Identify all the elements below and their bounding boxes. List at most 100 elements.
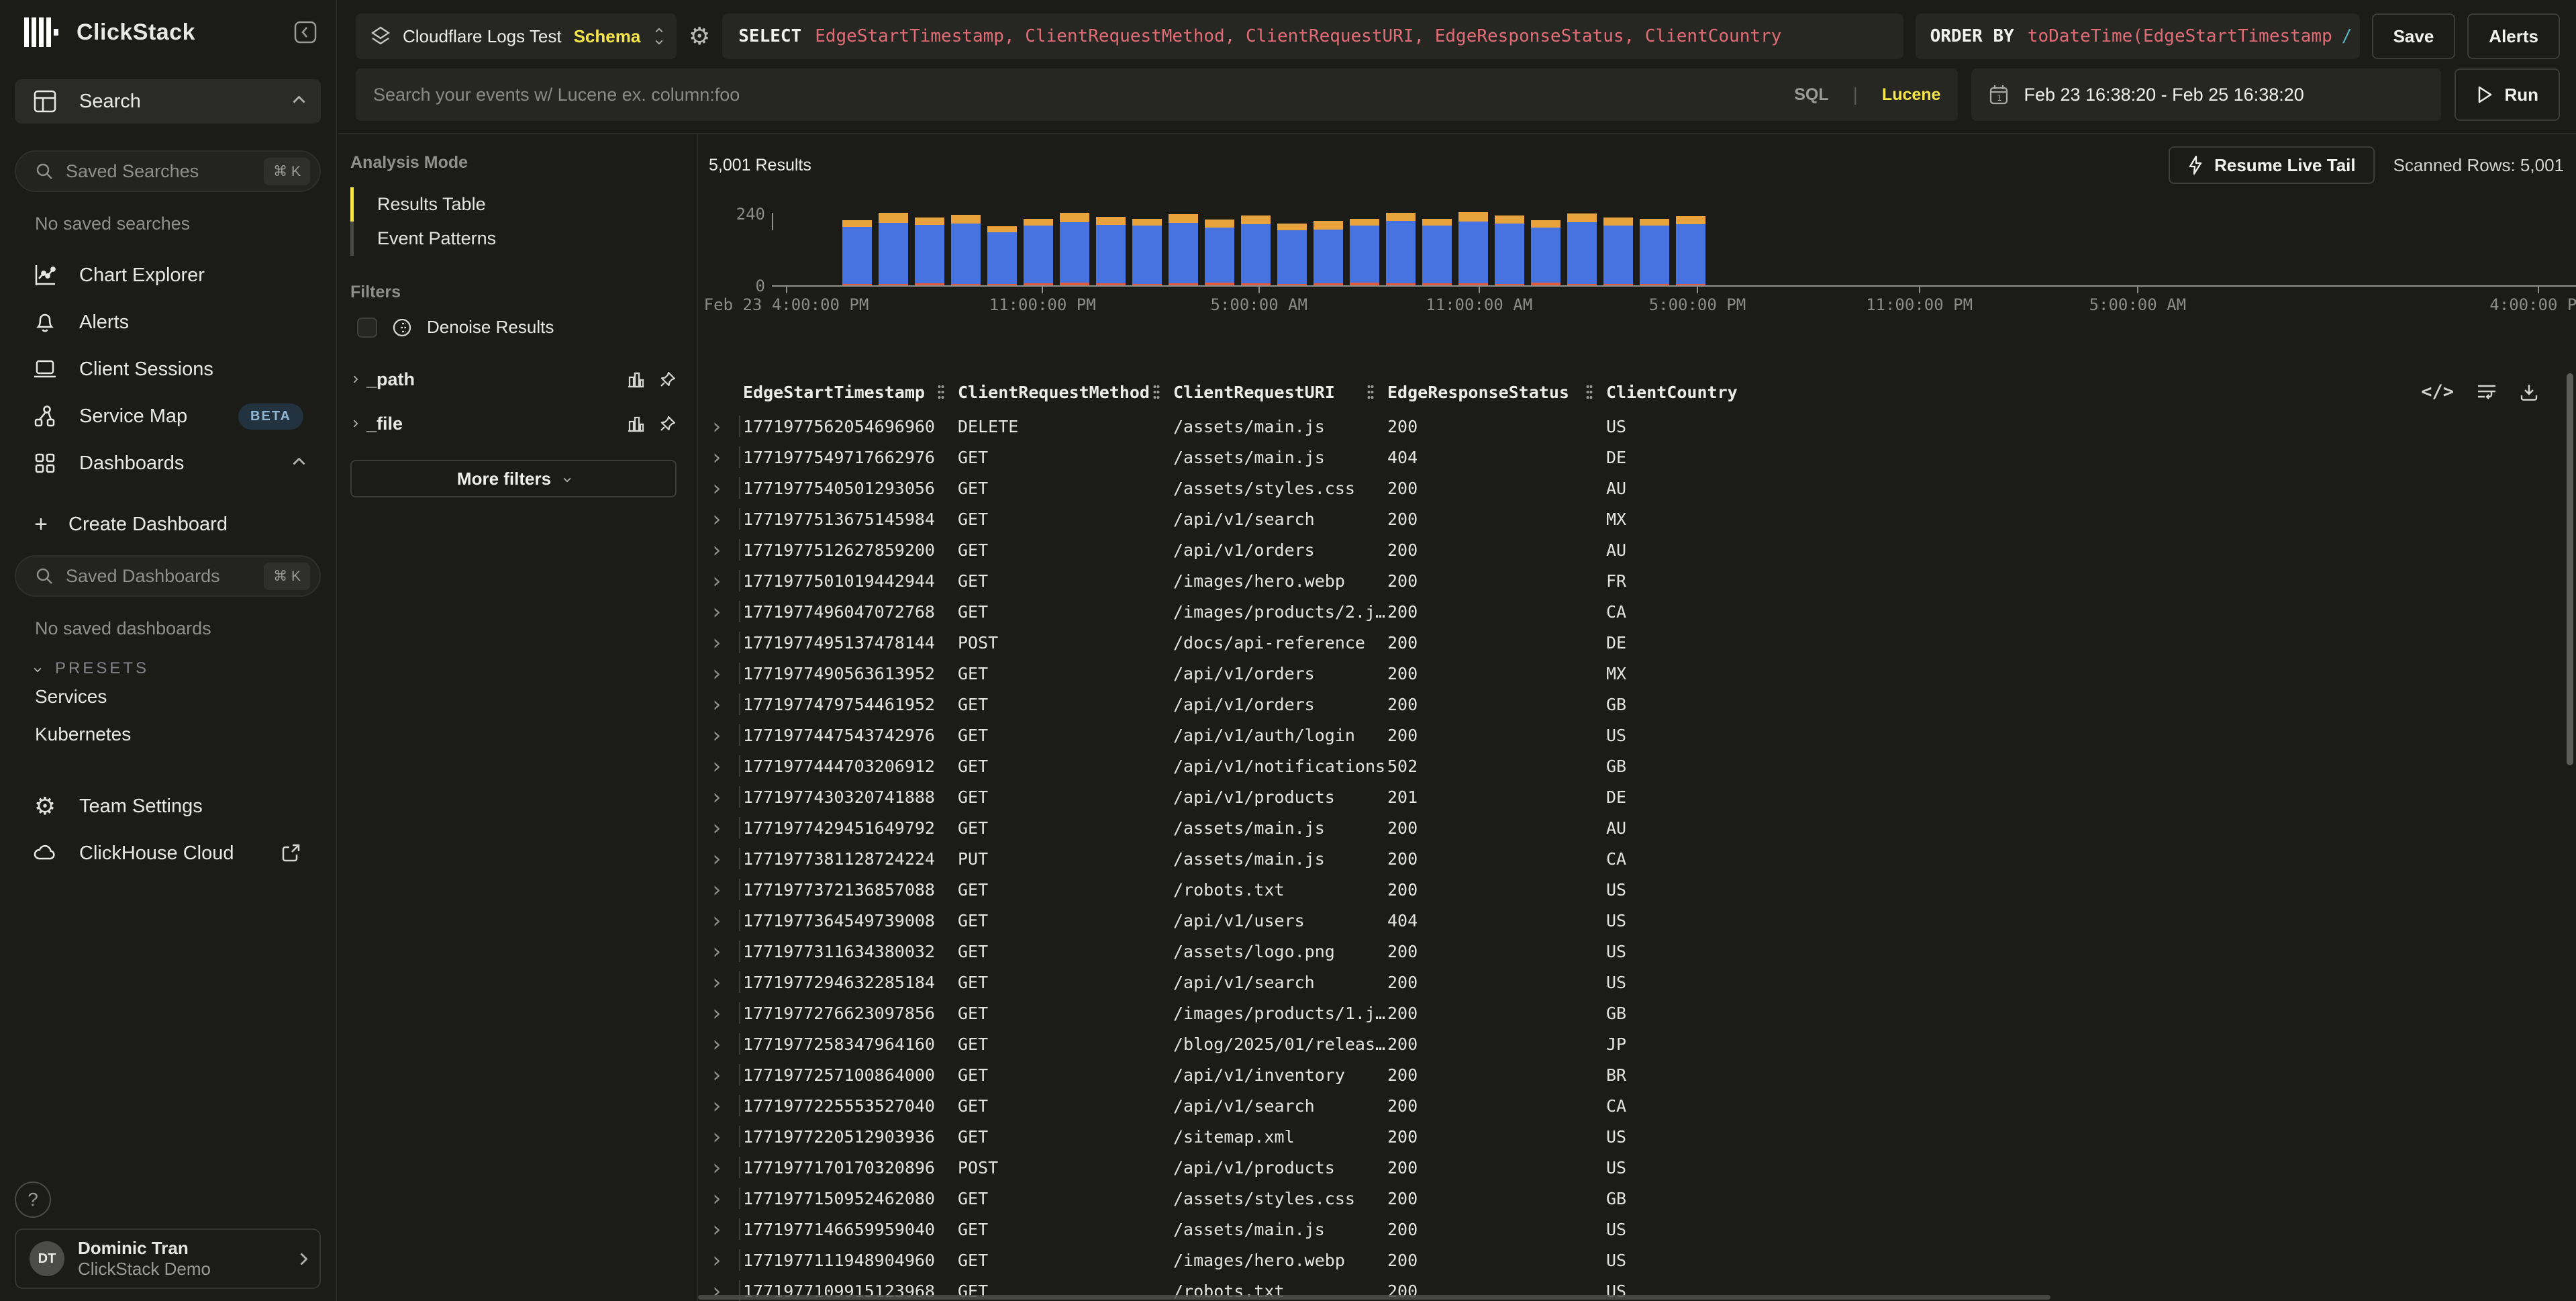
expand-chevron-icon[interactable]: › [709, 1090, 743, 1121]
expand-chevron-icon[interactable]: › [709, 812, 743, 843]
table-row[interactable]: ›1771977258347964160GET/blog/2025/01/rel… [698, 1028, 2564, 1059]
expand-chevron-icon[interactable]: › [709, 442, 743, 473]
histogram-bar[interactable] [1169, 214, 1198, 285]
expand-chevron-icon[interactable]: › [709, 596, 743, 627]
column-drag-handle-icon[interactable] [1367, 384, 1374, 400]
source-selector[interactable]: Cloudflare Logs Test Schema [356, 13, 677, 59]
table-row[interactable]: ›1771977146659959040GET/assets/main.js20… [698, 1214, 2564, 1245]
histogram-bar[interactable] [951, 215, 981, 285]
run-button[interactable]: Run [2455, 68, 2560, 121]
language-toggle-lucene[interactable]: Lucene [1882, 85, 1941, 105]
expand-chevron-icon[interactable]: › [709, 1245, 743, 1275]
results-histogram[interactable]: 240 0 Feb 23 4:00:00 PM11:00:00 PM5:00:0… [698, 201, 2576, 317]
bar-chart-icon[interactable] [627, 415, 644, 432]
sidebar-item-client-sessions[interactable]: Client Sessions [15, 346, 321, 393]
column-header[interactable]: ClientRequestURI [1173, 383, 1387, 402]
date-range-picker[interactable]: 1 Feb 23 16:38:20 - Feb 25 16:38:20 [1971, 68, 2441, 121]
expand-chevron-icon[interactable]: › [709, 473, 743, 503]
histogram-bar[interactable] [1603, 218, 1633, 285]
histogram-bar[interactable] [1531, 220, 1561, 285]
table-row[interactable]: ›1771977444703206912GET/api/v1/notificat… [698, 751, 2564, 781]
histogram-bar[interactable] [1495, 215, 1524, 285]
expand-chevron-icon[interactable]: › [709, 905, 743, 936]
filter-field-path[interactable]: _path [352, 360, 677, 398]
save-button[interactable]: Save [2372, 13, 2456, 59]
table-row[interactable]: ›1771977150952462080GET/assets/styles.cs… [698, 1183, 2564, 1214]
expand-chevron-icon[interactable]: › [709, 1028, 743, 1059]
column-header[interactable]: EdgeResponseStatus [1387, 383, 1606, 402]
table-row[interactable]: ›1771977496047072768GET/images/products/… [698, 596, 2564, 627]
table-row[interactable]: ›1771977430320741888GET/api/v1/products2… [698, 781, 2564, 812]
expand-chevron-icon[interactable]: › [709, 658, 743, 689]
table-row[interactable]: ›1771977512627859200GET/api/v1/orders200… [698, 534, 2564, 565]
sidebar-item-chart-explorer[interactable]: Chart Explorer [15, 252, 321, 299]
table-row[interactable]: ›1771977257100864000GET/api/v1/inventory… [698, 1059, 2564, 1090]
histogram-bar[interactable] [1314, 221, 1343, 285]
pin-icon[interactable] [659, 371, 677, 388]
sidebar-item-search[interactable]: Search [15, 79, 321, 124]
table-row[interactable]: ›1771977276623097856GET/images/products/… [698, 998, 2564, 1028]
help-button[interactable]: ? [15, 1182, 51, 1218]
sidebar-item-team-settings[interactable]: ⚙ Team Settings [15, 783, 321, 830]
histogram-bar[interactable] [1640, 219, 1669, 285]
table-row[interactable]: ›1771977490563613952GET/api/v1/orders200… [698, 658, 2564, 689]
presets-section-toggle[interactable]: PRESETS [35, 659, 321, 678]
saved-searches-input[interactable]: Saved Searches ⌘ K [15, 150, 321, 192]
resume-live-tail-button[interactable]: Resume Live Tail [2169, 146, 2375, 184]
preset-item-services[interactable]: Services [15, 678, 321, 716]
column-drag-handle-icon[interactable] [1153, 384, 1160, 400]
table-row[interactable]: ›1771977447543742976GET/api/v1/auth/logi… [698, 720, 2564, 751]
table-row[interactable]: ›1771977225553527040GET/api/v1/search200… [698, 1090, 2564, 1121]
table-row[interactable]: ›1771977501019442944GET/images/hero.webp… [698, 565, 2564, 596]
chevron-up-icon[interactable] [293, 457, 305, 469]
expand-chevron-icon[interactable]: › [709, 1214, 743, 1245]
histogram-bar[interactable] [987, 226, 1017, 285]
expand-chevron-icon[interactable]: › [709, 720, 743, 751]
sidebar-item-dashboards[interactable]: Dashboards [15, 440, 321, 487]
histogram-bar[interactable] [1567, 213, 1597, 285]
histogram-bar[interactable] [1205, 220, 1234, 285]
column-header[interactable]: ClientRequestMethod [958, 383, 1173, 402]
expand-chevron-icon[interactable]: › [709, 503, 743, 534]
expand-chevron-icon[interactable]: › [709, 843, 743, 874]
histogram-bar[interactable] [842, 220, 872, 285]
histogram-bar[interactable] [1386, 213, 1416, 285]
histogram-bar[interactable] [915, 218, 944, 285]
saved-dashboards-input[interactable]: Saved Dashboards ⌘ K [15, 555, 321, 597]
histogram-bar[interactable] [1241, 215, 1271, 285]
create-dashboard-button[interactable]: + Create Dashboard [15, 504, 321, 544]
table-row[interactable]: ›1771977549717662976GET/assets/main.js40… [698, 442, 2564, 473]
bar-chart-icon[interactable] [627, 371, 644, 388]
horizontal-scrollbar[interactable] [698, 1295, 2050, 1300]
histogram-bar[interactable] [1060, 213, 1089, 285]
column-drag-handle-icon[interactable] [938, 384, 944, 400]
mode-event-patterns[interactable]: Event Patterns [350, 222, 677, 256]
table-row[interactable]: ›1771977364549739008GET/api/v1/users404U… [698, 905, 2564, 936]
sidebar-item-alerts[interactable]: Alerts [15, 299, 321, 346]
expand-chevron-icon[interactable]: › [709, 411, 743, 442]
table-row[interactable]: ›1771977495137478144POST/docs/api-refere… [698, 627, 2564, 658]
sidebar-item-service-map[interactable]: Service Map BETA [15, 393, 321, 440]
table-row[interactable]: ›1771977111948904960GET/images/hero.webp… [698, 1245, 2564, 1275]
more-filters-button[interactable]: More filters [350, 460, 677, 497]
table-row[interactable]: ›1771977220512903936GET/sitemap.xml200US [698, 1121, 2564, 1152]
table-row[interactable]: ›1771977381128724224PUT/assets/main.js20… [698, 843, 2564, 874]
histogram-bar[interactable] [1024, 219, 1053, 285]
vertical-scrollbar[interactable] [2567, 373, 2573, 765]
table-row[interactable]: ›1771977562054696960DELETE/assets/main.j… [698, 411, 2564, 442]
table-row[interactable]: ›1771977294632285184GET/api/v1/search200… [698, 967, 2564, 998]
mode-results-table[interactable]: Results Table [350, 187, 677, 222]
histogram-bar[interactable] [1277, 224, 1307, 285]
filter-field-file[interactable]: _file [352, 405, 677, 442]
histogram-bar[interactable] [1132, 219, 1162, 285]
expand-chevron-icon[interactable]: › [709, 781, 743, 812]
histogram-bar[interactable] [1350, 219, 1379, 285]
denoise-checkbox[interactable] [357, 318, 377, 338]
table-row[interactable]: ›1771977513675145984GET/api/v1/search200… [698, 503, 2564, 534]
expand-chevron-icon[interactable]: › [709, 751, 743, 781]
sidebar-collapse-icon[interactable] [294, 21, 317, 44]
orderby-clause-input[interactable]: ORDER BY toDateTime(EdgeStartTimestamp / [1916, 13, 2360, 59]
expand-chevron-icon[interactable]: › [709, 534, 743, 565]
table-row[interactable]: ›1771977479754461952GET/api/v1/orders200… [698, 689, 2564, 720]
chevron-up-icon[interactable] [293, 95, 305, 107]
